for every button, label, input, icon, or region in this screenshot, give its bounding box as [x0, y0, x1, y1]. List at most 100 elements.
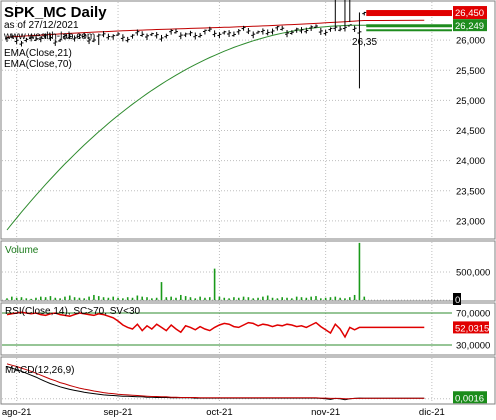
- ema-tag: 26,249: [455, 21, 484, 32]
- volume-bar: [228, 298, 230, 300]
- volume-bar: [242, 296, 245, 300]
- volume-bar: [160, 282, 163, 300]
- volume-bar: [68, 295, 71, 300]
- volume-bar: [64, 296, 66, 300]
- volume-bar: [73, 297, 76, 300]
- stock-chart: ago-21 sep-21 oct-21 nov-21 dic-21 23,000 23,5…: [0, 0, 496, 418]
- volume-bar: [348, 297, 351, 300]
- volume-bar: [334, 296, 337, 300]
- y-tick-label: 25,000: [456, 96, 485, 107]
- y-tick-label: 26,000: [456, 36, 485, 47]
- volume-bar: [320, 298, 322, 300]
- volume-bar: [146, 297, 148, 300]
- volume-bar: [300, 297, 303, 300]
- volume-bar: [112, 296, 115, 300]
- volume-bar: [276, 298, 279, 300]
- volume-bar: [78, 297, 81, 300]
- chart-title: SPK_MC Daily: [4, 4, 107, 21]
- volume-bar: [6, 298, 8, 300]
- volume-tick-label: 500,000: [456, 268, 490, 279]
- volume-bar: [30, 298, 32, 300]
- volume-tag: 0: [455, 295, 460, 306]
- volume-bar: [262, 296, 264, 300]
- macd-label: MACD(12,26,9): [5, 365, 74, 376]
- volume-bar: [15, 297, 18, 300]
- rsi-tick-label: 70,0000: [456, 309, 490, 320]
- volume-bar: [339, 297, 341, 300]
- volume-bar: [257, 297, 259, 300]
- volume-bar: [199, 296, 201, 300]
- volume-bar: [136, 295, 139, 300]
- volume-bar: [131, 297, 134, 300]
- volume-bar: [329, 297, 332, 300]
- volume-bar: [93, 294, 95, 300]
- volume-bar: [237, 297, 240, 300]
- x-tick-label: nov-21: [311, 407, 340, 418]
- volume-bar: [126, 297, 129, 300]
- volume-bar: [49, 296, 52, 300]
- macd-panel: [0, 356, 496, 405]
- volume-bar: [88, 296, 90, 300]
- ema-marker-1: [366, 24, 452, 28]
- volume-bar: [59, 298, 61, 300]
- volume-bar: [363, 296, 366, 300]
- volume-bar: [295, 296, 298, 300]
- volume-bar: [223, 297, 226, 300]
- y-tick-label: 23,500: [456, 186, 485, 197]
- volume-bar: [117, 297, 119, 300]
- volume-bar: [291, 298, 293, 300]
- volume-bar: [39, 296, 42, 300]
- volume-bar: [266, 295, 269, 300]
- volume-bar: [102, 297, 105, 300]
- x-tick-label: dic-21: [419, 407, 445, 418]
- macd-tag: 0,0016: [455, 393, 484, 404]
- volume-label: Volume: [5, 245, 39, 256]
- volume-bar: [218, 296, 221, 300]
- volume-bar: [184, 296, 187, 300]
- volume-bar: [151, 298, 153, 300]
- volume-bar: [83, 298, 86, 300]
- volume-bar: [180, 294, 182, 300]
- y-tick-label: 25,500: [456, 66, 485, 77]
- volume-bar: [247, 297, 250, 300]
- volume-bar: [155, 297, 158, 300]
- volume-bar: [281, 297, 283, 300]
- volume-bar: [310, 296, 312, 300]
- rsi-tick-label: 30,0000: [456, 341, 490, 352]
- volume-bar: [213, 268, 216, 300]
- volume-bar: [315, 296, 317, 300]
- volume-bar: [175, 297, 177, 300]
- volume-bar: [20, 297, 23, 300]
- volume-bar: [35, 297, 37, 300]
- rsi-tag: 52,0315: [455, 323, 489, 334]
- volume-bar: [194, 298, 197, 300]
- as-of-date: as of 27/12/2021: [4, 20, 79, 31]
- y-tick-label: 23,000: [456, 216, 485, 227]
- volume-bar: [286, 297, 288, 300]
- price-annotation: 26,35: [352, 37, 377, 48]
- rsi-label: RSI(Close,14), SC>70, SV<30: [5, 306, 141, 317]
- volume-bar: [97, 296, 100, 300]
- volume-bar: [122, 298, 124, 300]
- x-tick-label: oct-21: [206, 407, 232, 418]
- y-tick-label: 24,500: [456, 126, 485, 137]
- volume-bar: [189, 297, 192, 300]
- volume-bar: [165, 297, 168, 300]
- volume-bar: [107, 297, 110, 300]
- x-tick-label: sep-21: [104, 407, 133, 418]
- legend-ema21: EMA(Close,21): [4, 48, 72, 59]
- volume-bar: [11, 296, 13, 300]
- volume-bar: [305, 297, 308, 300]
- volume-bar: [324, 297, 327, 300]
- volume-bar: [44, 297, 47, 300]
- last-price-tag: 26,450: [455, 8, 484, 19]
- ema-marker-2: [366, 29, 452, 32]
- volume-bar: [233, 297, 235, 300]
- volume-bar: [141, 296, 143, 300]
- volume-bar: [25, 298, 28, 300]
- website-link[interactable]: www.wealth-lab.com: [3, 31, 95, 42]
- volume-bar: [252, 298, 255, 300]
- volume-bar: [54, 297, 57, 300]
- volume-bar: [170, 296, 172, 300]
- volume-bar: [344, 298, 346, 300]
